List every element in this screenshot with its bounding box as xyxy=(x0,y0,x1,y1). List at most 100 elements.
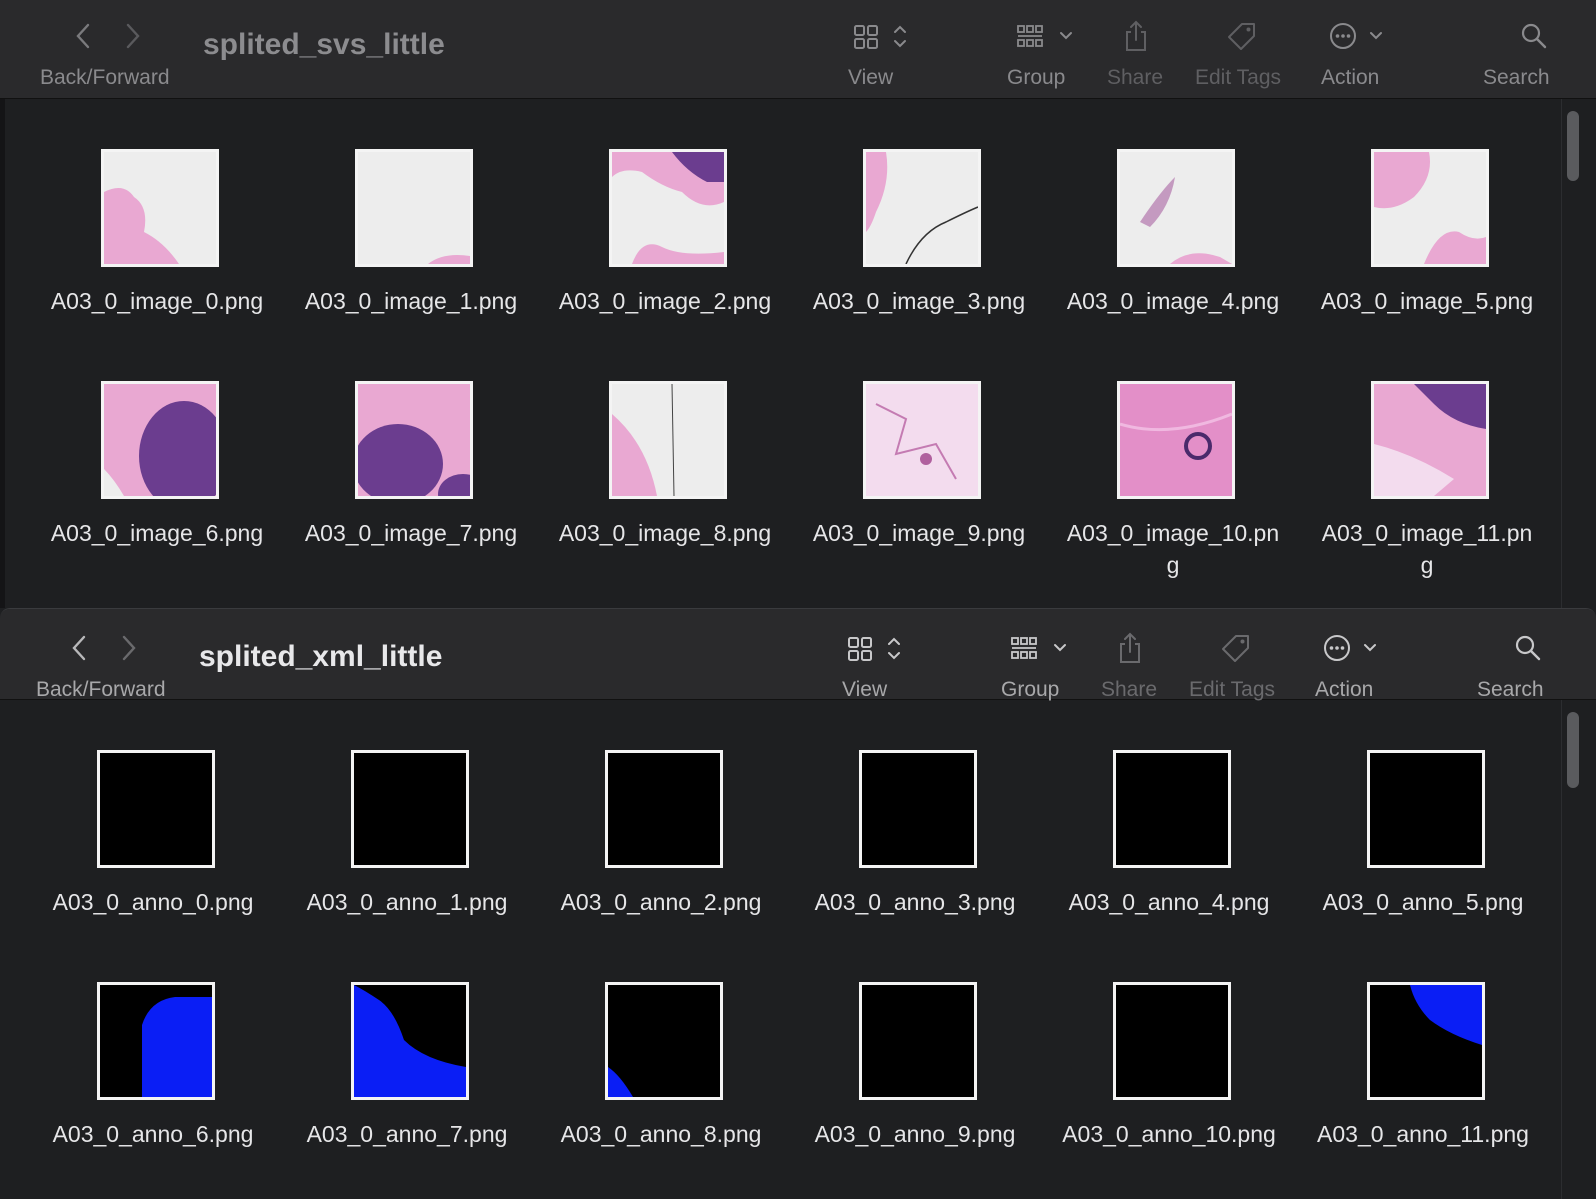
share-button[interactable]: Share xyxy=(1106,0,1168,98)
image-thumbnail[interactable] xyxy=(1371,381,1489,499)
search-button[interactable]: Search xyxy=(1482,0,1556,98)
file-name[interactable]: A03_0_image_6.png xyxy=(50,517,264,549)
file-item[interactable]: A03_0_anno_2.png xyxy=(544,750,798,982)
image-thumbnail[interactable] xyxy=(1117,381,1235,499)
file-item[interactable]: A03_0_image_0.png xyxy=(40,149,294,381)
file-item[interactable]: A03_0_anno_5.png xyxy=(1306,750,1560,982)
file-item[interactable]: A03_0_image_4.png xyxy=(1056,149,1310,381)
annotation-thumbnail[interactable] xyxy=(1113,750,1231,868)
file-name[interactable]: A03_0_anno_11.png xyxy=(1316,1118,1530,1150)
file-name[interactable]: A03_0_anno_4.png xyxy=(1062,886,1276,918)
share-button[interactable]: Share xyxy=(1100,609,1162,701)
file-item[interactable]: A03_0_anno_8.png xyxy=(544,982,798,1199)
file-item[interactable]: A03_0_anno_7.png xyxy=(290,982,544,1199)
back-button[interactable] xyxy=(64,630,94,666)
file-name[interactable]: A03_0_image_7.png xyxy=(304,517,518,549)
file-name[interactable]: A03_0_image_3.png xyxy=(812,285,1026,317)
scrollbar-thumb[interactable] xyxy=(1567,111,1579,181)
annotation-thumbnail[interactable] xyxy=(351,982,469,1100)
view-button[interactable]: View xyxy=(840,0,910,98)
file-name[interactable]: A03_0_anno_10.png xyxy=(1062,1118,1276,1150)
edit-tags-button[interactable]: Edit Tags xyxy=(1188,609,1284,701)
file-name[interactable]: A03_0_image_10.png xyxy=(1066,517,1280,581)
file-name[interactable]: A03_0_image_2.png xyxy=(558,285,772,317)
action-button[interactable]: Action xyxy=(1314,609,1384,701)
file-item[interactable]: A03_0_image_3.png xyxy=(802,149,1056,381)
file-name[interactable]: A03_0_anno_1.png xyxy=(300,886,514,918)
edit-tags-button[interactable]: Edit Tags xyxy=(1194,0,1290,98)
share-label: Share xyxy=(1101,678,1158,701)
image-thumbnail[interactable] xyxy=(1117,149,1235,267)
image-thumbnail[interactable] xyxy=(1371,149,1489,267)
tag-icon xyxy=(1222,635,1249,662)
annotation-thumbnail[interactable] xyxy=(97,750,215,868)
file-item[interactable]: A03_0_anno_6.png xyxy=(36,982,290,1199)
file-item[interactable]: A03_0_anno_9.png xyxy=(798,982,1052,1199)
file-item[interactable]: A03_0_image_1.png xyxy=(294,149,548,381)
file-item[interactable]: A03_0_image_11.png xyxy=(1310,381,1564,608)
back-button[interactable] xyxy=(68,18,98,54)
file-item[interactable]: A03_0_anno_1.png xyxy=(290,750,544,982)
annotation-thumbnail[interactable] xyxy=(97,982,215,1100)
annotation-thumbnail[interactable] xyxy=(1113,982,1231,1100)
file-item[interactable]: A03_0_image_2.png xyxy=(548,149,802,381)
file-name[interactable]: A03_0_anno_3.png xyxy=(808,886,1022,918)
search-label: Search xyxy=(1483,66,1550,89)
file-name[interactable]: A03_0_anno_7.png xyxy=(300,1118,514,1150)
annotation-thumbnail[interactable] xyxy=(1367,982,1485,1100)
image-thumbnail[interactable] xyxy=(355,381,473,499)
group-icon xyxy=(1017,25,1072,47)
file-name[interactable]: A03_0_image_11.png xyxy=(1320,517,1534,581)
file-item[interactable]: A03_0_anno_10.png xyxy=(1052,982,1306,1199)
image-thumbnail[interactable] xyxy=(609,381,727,499)
group-icon xyxy=(1011,637,1066,659)
file-name[interactable]: A03_0_anno_6.png xyxy=(46,1118,260,1150)
action-label: Action xyxy=(1315,678,1374,701)
image-thumbnail[interactable] xyxy=(101,149,219,267)
annotation-thumbnail[interactable] xyxy=(351,750,469,868)
scrollbar[interactable] xyxy=(1561,99,1596,608)
file-name[interactable]: A03_0_anno_0.png xyxy=(46,886,260,918)
file-item[interactable]: A03_0_image_6.png xyxy=(40,381,294,608)
image-thumbnail[interactable] xyxy=(609,149,727,267)
file-item[interactable]: A03_0_anno_11.png xyxy=(1306,982,1560,1199)
view-button[interactable]: View xyxy=(834,609,904,701)
annotation-thumbnail[interactable] xyxy=(859,982,977,1100)
window-title: splited_xml_little xyxy=(199,640,443,673)
file-item[interactable]: A03_0_image_9.png xyxy=(802,381,1056,608)
annotation-thumbnail[interactable] xyxy=(859,750,977,868)
group-button[interactable]: Group xyxy=(1005,0,1085,98)
image-thumbnail[interactable] xyxy=(863,149,981,267)
file-name[interactable]: A03_0_image_5.png xyxy=(1320,285,1534,317)
file-name[interactable]: A03_0_anno_9.png xyxy=(808,1118,1022,1150)
group-button[interactable]: Group xyxy=(999,609,1079,701)
file-name[interactable]: A03_0_image_8.png xyxy=(558,517,772,549)
search-button[interactable]: Search xyxy=(1476,609,1550,701)
toolbar: Back/Forward splited_xml_little View Gro… xyxy=(0,609,1596,701)
forward-button[interactable] xyxy=(118,18,148,54)
annotation-thumbnail[interactable] xyxy=(605,982,723,1100)
file-name[interactable]: A03_0_image_4.png xyxy=(1066,285,1280,317)
scrollbar-thumb[interactable] xyxy=(1567,712,1579,788)
image-thumbnail[interactable] xyxy=(101,381,219,499)
file-name[interactable]: A03_0_image_9.png xyxy=(812,517,1026,549)
file-item[interactable]: A03_0_anno_4.png xyxy=(1052,750,1306,982)
file-item[interactable]: A03_0_image_5.png xyxy=(1310,149,1564,381)
file-item[interactable]: A03_0_image_10.png xyxy=(1056,381,1310,608)
image-thumbnail[interactable] xyxy=(863,381,981,499)
file-name[interactable]: A03_0_anno_2.png xyxy=(554,886,768,918)
file-item[interactable]: A03_0_image_8.png xyxy=(548,381,802,608)
forward-button[interactable] xyxy=(114,630,144,666)
file-name[interactable]: A03_0_image_0.png xyxy=(50,285,264,317)
image-thumbnail[interactable] xyxy=(355,149,473,267)
scrollbar[interactable] xyxy=(1561,700,1596,1199)
file-item[interactable]: A03_0_image_7.png xyxy=(294,381,548,608)
file-item[interactable]: A03_0_anno_0.png xyxy=(36,750,290,982)
action-button[interactable]: Action xyxy=(1320,0,1390,98)
file-name[interactable]: A03_0_anno_8.png xyxy=(554,1118,768,1150)
file-name[interactable]: A03_0_anno_5.png xyxy=(1316,886,1530,918)
annotation-thumbnail[interactable] xyxy=(605,750,723,868)
file-name[interactable]: A03_0_image_1.png xyxy=(304,285,518,317)
annotation-thumbnail[interactable] xyxy=(1367,750,1485,868)
file-item[interactable]: A03_0_anno_3.png xyxy=(798,750,1052,982)
